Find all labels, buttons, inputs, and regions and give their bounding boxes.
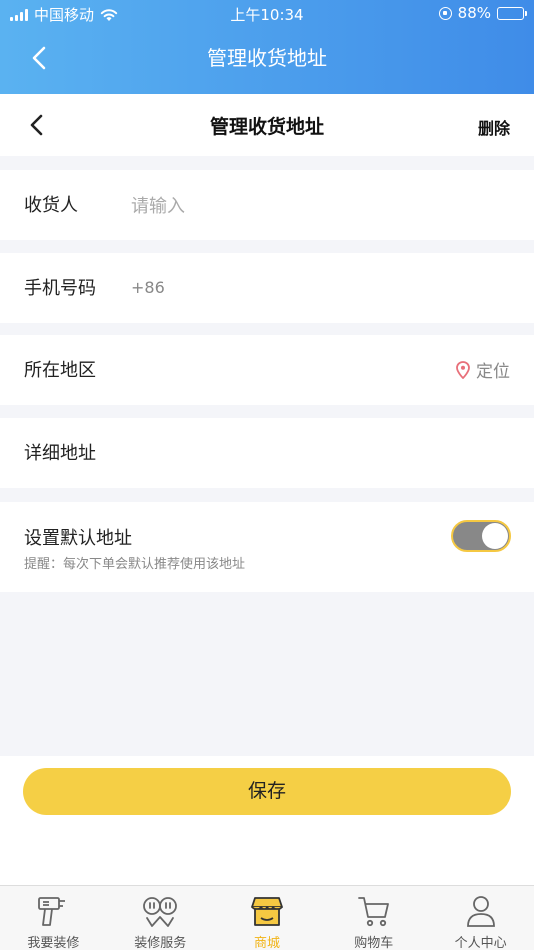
tab-label: 商城 [253,936,280,950]
phone-row: 手机号码 +86 [0,253,534,323]
orientation-lock-icon [438,6,452,20]
battery-percent: 88% [457,4,491,22]
detail-address-row: 详细地址 [0,418,534,488]
default-address-toggle[interactable] [451,520,511,552]
page-title: 管理收货地址 [209,116,324,138]
location-pin-icon [456,360,470,379]
tab-label: 装修服务 [134,936,187,950]
phone-label: 手机号码 [24,278,96,299]
locate-button[interactable]: 定位 [456,357,510,382]
cart-icon [357,897,389,927]
save-button[interactable]: 保存 [23,768,511,815]
user-icon [466,896,495,927]
bottom-action-area: 保存 [0,756,534,885]
tab-label: 购物车 [354,936,394,950]
detail-address-label: 详细地址 [24,443,96,464]
tab-label: 个人中心 [454,936,507,950]
tab-decoration[interactable]: 我要装修 [0,886,107,950]
top-header: 中国移动 上午10:34 88% 管理收货地址 [0,0,534,94]
default-address-row: 设置默认地址 提醒：每次下单会默认推荐使用该地址 [0,502,534,592]
shop-icon [251,897,283,926]
toggle-knob [482,523,508,549]
battery-icon [497,6,527,20]
delete-button[interactable]: 删除 [478,115,510,139]
region-row[interactable]: 所在地区 定位 [0,335,534,405]
drill-icon [38,897,66,926]
receiver-input[interactable]: 请输入 [131,192,185,218]
tab-cart[interactable]: 购物车 [320,886,427,950]
default-address-label: 设置默认地址 [24,528,132,549]
receiver-row: 收货人 请输入 [0,170,534,240]
locate-label: 定位 [476,362,510,382]
status-bar: 中国移动 上午10:34 88% [0,0,534,28]
default-address-hint: 提醒：每次下单会默认推荐使用该地址 [24,557,246,572]
tab-profile[interactable]: 个人中心 [427,886,534,950]
receiver-label: 收货人 [24,195,78,216]
tab-decoration-service[interactable]: 装修服务 [107,886,214,950]
tab-bar: 我要装修 装修服务 商城 购物车 个人中心 [0,885,534,950]
phone-input[interactable]: +86 [131,278,165,297]
outer-nav-bar: 管理收货地址 [0,28,534,94]
service-icon [143,897,178,927]
region-label: 所在地区 [24,360,96,381]
tab-label: 我要装修 [27,936,80,950]
tab-mall[interactable]: 商城 [214,886,321,950]
outer-page-title: 管理收货地址 [207,46,327,70]
inner-nav-bar: 管理收货地址 删除 [0,94,534,156]
